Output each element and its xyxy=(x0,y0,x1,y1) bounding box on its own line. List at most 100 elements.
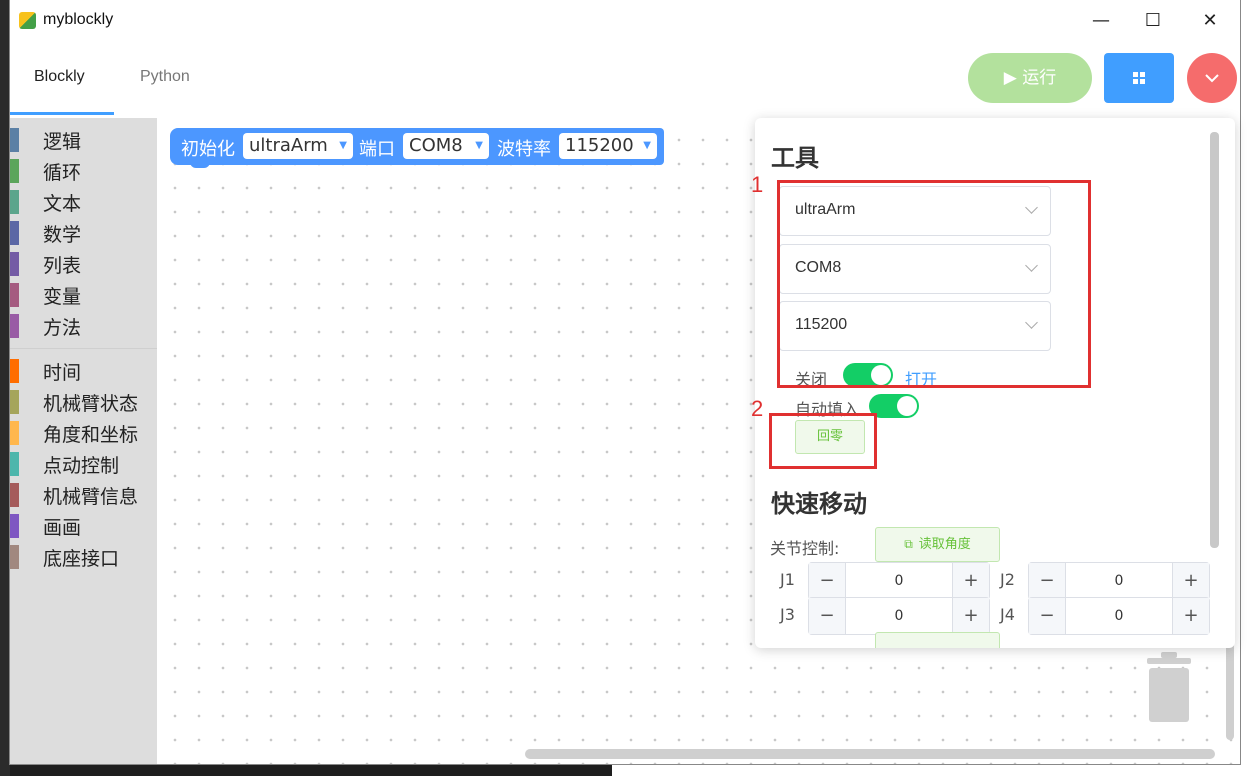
minimize-button[interactable]: — xyxy=(1078,8,1124,34)
j3-value-input[interactable]: 0 xyxy=(845,598,953,634)
category-label: 机械臂状态 xyxy=(43,393,139,415)
block-port-label: 端口 xyxy=(359,139,395,160)
read-angle-button[interactable]: ⧉ 读取角度 xyxy=(875,527,1000,562)
annotation-number-1: 1 xyxy=(751,172,764,197)
tab-python[interactable]: Python xyxy=(140,68,190,86)
category-item[interactable]: 角度和坐标 xyxy=(10,417,157,448)
category-item[interactable]: 底座接口 xyxy=(10,541,157,572)
category-item[interactable]: 点动控制 xyxy=(10,448,157,479)
category-label: 底座接口 xyxy=(43,548,120,570)
category-item[interactable]: 机械臂信息 xyxy=(10,479,157,510)
partial-button[interactable] xyxy=(875,632,1000,648)
init-block[interactable]: 初始化 ultraArm ▼ 端口 COM8 ▼ 波特率 115200 ▼ xyxy=(170,128,664,165)
grid-icon xyxy=(1133,72,1145,84)
category-color-swatch xyxy=(10,359,19,383)
j1-decrement-button[interactable]: − xyxy=(809,563,846,599)
block-port-value: COM8 xyxy=(409,135,463,156)
category-color-swatch xyxy=(10,483,19,507)
category-sidebar: 逻辑循环 文本数学列表变量方法时间机械臂状态角度和坐标点动控制 机械臂信息画画底座接… xyxy=(10,118,157,764)
chevron-down-icon xyxy=(1205,74,1219,83)
panel-scrollbar[interactable] xyxy=(1210,132,1219,548)
category-item[interactable]: 数学 xyxy=(10,217,157,248)
category-color-swatch xyxy=(10,221,19,245)
title-bar: myblockly — ☐ ✕ xyxy=(10,0,1240,40)
background-right xyxy=(1240,0,1251,776)
category-color-swatch xyxy=(10,128,19,152)
category-label: 循环 xyxy=(43,162,82,184)
tools-title: 工具 xyxy=(771,144,819,172)
category-color-swatch xyxy=(10,252,19,276)
block-device-dropdown[interactable]: ultraArm ▼ xyxy=(243,133,353,159)
category-color-swatch xyxy=(10,514,19,538)
annotation-number-2: 2 xyxy=(751,396,764,421)
category-item[interactable]: 循环 xyxy=(10,155,157,186)
read-angle-label: 读取角度 xyxy=(918,537,971,552)
category-color-swatch xyxy=(10,545,19,569)
category-item[interactable]: 列表 xyxy=(10,248,157,279)
j1-value-input[interactable]: 0 xyxy=(845,563,953,599)
category-color-swatch xyxy=(10,314,19,338)
block-port-dropdown[interactable]: COM8 ▼ xyxy=(403,133,489,159)
j3-stepper: − 0 + xyxy=(808,597,990,635)
active-tab-indicator xyxy=(10,112,114,115)
tab-blockly[interactable]: Blockly xyxy=(34,68,85,86)
block-device-value: ultraArm xyxy=(249,135,328,156)
copy-icon: ⧉ xyxy=(904,537,913,551)
dropdown-arrow-icon: ▼ xyxy=(643,140,651,151)
category-color-swatch xyxy=(10,421,19,445)
category-label: 逻辑 xyxy=(43,131,82,153)
j2-increment-button[interactable]: + xyxy=(1172,563,1209,599)
category-label: 角度和坐标 xyxy=(43,424,139,446)
category-color-swatch xyxy=(10,283,19,307)
j4-value-input[interactable]: 0 xyxy=(1065,598,1173,634)
joint-label-j4: J4 xyxy=(1000,605,1015,624)
close-button[interactable]: ✕ xyxy=(1187,8,1233,34)
joint-label-j3: J3 xyxy=(780,605,795,624)
menu-button[interactable] xyxy=(1187,53,1237,103)
workspace-horizontal-scrollbar[interactable] xyxy=(525,749,1215,759)
block-init-label: 初始化 xyxy=(181,139,235,160)
category-label: 数学 xyxy=(43,224,82,246)
j1-increment-button[interactable]: + xyxy=(952,563,989,599)
category-label: 画画 xyxy=(43,517,82,539)
category-item[interactable]: 机械臂状态 xyxy=(10,386,157,417)
grid-button[interactable] xyxy=(1104,53,1174,103)
j4-stepper: − 0 + xyxy=(1028,597,1210,635)
category-color-swatch xyxy=(10,390,19,414)
j2-stepper: − 0 + xyxy=(1028,562,1210,600)
background-left xyxy=(0,0,10,776)
switch-knob xyxy=(897,396,917,416)
dropdown-arrow-icon: ▼ xyxy=(475,140,483,151)
joint-label-j2: J2 xyxy=(1000,570,1015,589)
j3-decrement-button[interactable]: − xyxy=(809,598,846,634)
category-label: 时间 xyxy=(43,362,82,384)
j2-decrement-button[interactable]: − xyxy=(1029,563,1066,599)
quick-move-title: 快速移动 xyxy=(771,490,867,518)
category-label: 变量 xyxy=(43,286,82,308)
maximize-button[interactable]: ☐ xyxy=(1130,8,1176,34)
j3-increment-button[interactable]: + xyxy=(952,598,989,634)
run-button[interactable]: ▶ 运行 xyxy=(968,53,1092,103)
category-color-swatch xyxy=(10,159,19,183)
category-item[interactable]: 文本 xyxy=(10,186,157,217)
category-label: 方法 xyxy=(43,317,82,339)
category-divider xyxy=(10,348,157,349)
app-icon xyxy=(19,12,36,29)
j2-value-input[interactable]: 0 xyxy=(1065,563,1173,599)
category-item[interactable]: 时间 xyxy=(10,355,157,386)
category-item[interactable]: 方法 xyxy=(10,310,157,341)
category-item[interactable]: 画画 xyxy=(10,510,157,541)
dropdown-arrow-icon: ▼ xyxy=(339,140,347,151)
j1-stepper: − 0 + xyxy=(808,562,990,600)
j4-increment-button[interactable]: + xyxy=(1172,598,1209,634)
category-item[interactable]: 变量 xyxy=(10,279,157,310)
category-item[interactable]: 逻辑 xyxy=(10,124,157,155)
trash-can-icon[interactable] xyxy=(1145,652,1193,722)
joint-label-j1: J1 xyxy=(780,570,795,589)
block-baud-dropdown[interactable]: 115200 ▼ xyxy=(559,133,657,159)
j4-decrement-button[interactable]: − xyxy=(1029,598,1066,634)
category-label: 点动控制 xyxy=(43,455,120,477)
background-bottom xyxy=(612,764,1251,776)
annotation-box-1 xyxy=(777,180,1091,388)
category-label: 列表 xyxy=(43,255,82,277)
